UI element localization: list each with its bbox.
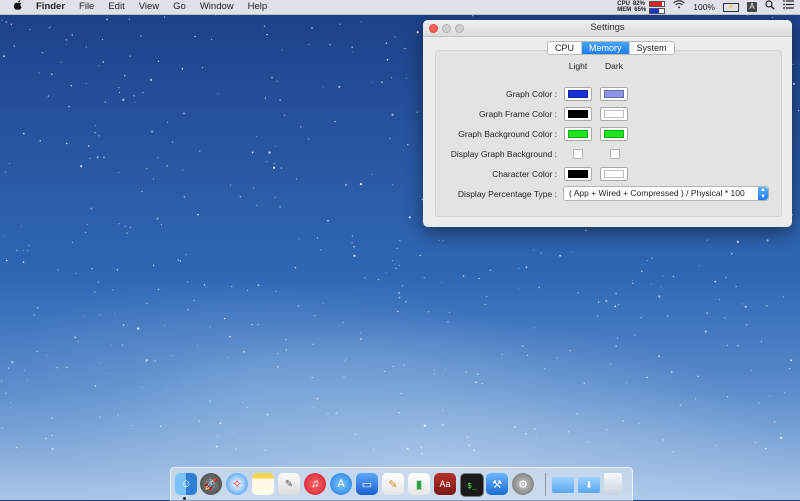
graph-frame-color-light-well[interactable]	[564, 107, 592, 121]
tab-memory[interactable]: Memory	[582, 42, 630, 54]
display-graph-background-label: Display Graph Background :	[450, 149, 557, 159]
pages-icon[interactable]: ✎	[382, 473, 404, 495]
chevron-up-down-icon: ▲ ▼	[758, 187, 768, 200]
menu-edit[interactable]: Edit	[108, 0, 124, 14]
battery-percentage[interactable]: 100%	[693, 0, 715, 14]
character-color-label: Character Color :	[492, 169, 557, 179]
window-titlebar[interactable]: Settings	[423, 20, 792, 37]
graph-color-light-well[interactable]	[564, 87, 592, 101]
character-color-light-well[interactable]	[564, 167, 592, 181]
cpu-mem-status-item[interactable]: CPU 82% MEM 65%	[617, 0, 666, 14]
mem-value: 65%	[634, 7, 647, 13]
system-preferences-icon[interactable]: ⚙	[512, 473, 534, 495]
notes-icon[interactable]	[252, 473, 274, 495]
wifi-icon[interactable]	[673, 0, 685, 14]
dock: ☺ 🚀 ✧ ✎ ♫ A ▭ ✎ ▮ Aa $_ ⚒ ⚙ ⬇	[170, 467, 633, 501]
graph-frame-color-label: Graph Frame Color :	[479, 109, 557, 119]
tab-system[interactable]: System	[630, 42, 674, 54]
menu-window[interactable]: Window	[200, 0, 234, 14]
safari-icon[interactable]: ✧	[226, 473, 248, 495]
graph-background-color-dark-well[interactable]	[600, 127, 628, 141]
mem-label: MEM	[617, 7, 632, 13]
textedit-icon[interactable]: ✎	[278, 473, 300, 495]
menu-go[interactable]: Go	[173, 0, 186, 14]
numbers-icon[interactable]: ▮	[408, 473, 430, 495]
menu-view[interactable]: View	[139, 0, 159, 14]
apple-menu-icon[interactable]	[10, 0, 26, 15]
terminal-icon[interactable]: $_	[460, 473, 484, 497]
menu-bar: Finder File Edit View Go Window Help CPU…	[0, 0, 800, 15]
graph-frame-color-dark-well[interactable]	[600, 107, 628, 121]
window-title: Settings	[590, 22, 625, 33]
battery-icon[interactable]: ⚡	[723, 2, 739, 12]
documents-folder-icon[interactable]	[552, 477, 574, 493]
trash-icon[interactable]	[604, 473, 622, 495]
finder-icon[interactable]: ☺	[175, 473, 197, 495]
xcode-icon[interactable]: ⚒	[486, 473, 508, 495]
cpu-mini-graph	[649, 0, 666, 7]
downloads-folder-icon[interactable]: ⬇	[578, 477, 600, 493]
graph-background-color-label: Graph Background Color :	[458, 129, 557, 139]
menu-help[interactable]: Help	[248, 0, 268, 14]
percentage-type-value: ( App + Wired + Compressed ) / Physical …	[569, 188, 745, 198]
display-graph-background-dark-checkbox[interactable]	[610, 149, 620, 159]
itunes-icon[interactable]: ♫	[304, 473, 326, 495]
input-source-icon[interactable]: A	[747, 2, 757, 12]
column-header-dark: Dark	[605, 61, 623, 71]
graph-background-color-light-well[interactable]	[564, 127, 592, 141]
display-percentage-type-label: Display Percentage Type :	[457, 189, 557, 199]
keynote-icon[interactable]: ▭	[356, 473, 378, 495]
tab-cpu[interactable]: CPU	[548, 42, 583, 54]
spotlight-icon[interactable]	[765, 0, 775, 15]
settings-tab-bar: CPU Memory System	[547, 41, 675, 55]
menu-app-finder[interactable]: Finder	[36, 0, 65, 14]
launchpad-icon[interactable]: 🚀	[200, 473, 222, 495]
dictionary-icon[interactable]: Aa	[434, 473, 456, 495]
menu-file[interactable]: File	[79, 0, 94, 14]
character-color-dark-well[interactable]	[600, 167, 628, 181]
app-store-icon[interactable]: A	[330, 473, 352, 495]
notification-center-icon[interactable]	[783, 0, 794, 14]
graph-color-dark-well[interactable]	[600, 87, 628, 101]
column-header-light: Light	[568, 61, 588, 71]
display-graph-background-light-checkbox[interactable]	[573, 149, 583, 159]
dock-separator	[545, 473, 546, 496]
settings-window: Settings CPU Memory System Light Dark Gr…	[423, 20, 792, 227]
percentage-type-select[interactable]: ( App + Wired + Compressed ) / Physical …	[563, 186, 769, 201]
mem-mini-graph	[649, 7, 666, 14]
graph-color-label: Graph Color :	[505, 89, 557, 99]
